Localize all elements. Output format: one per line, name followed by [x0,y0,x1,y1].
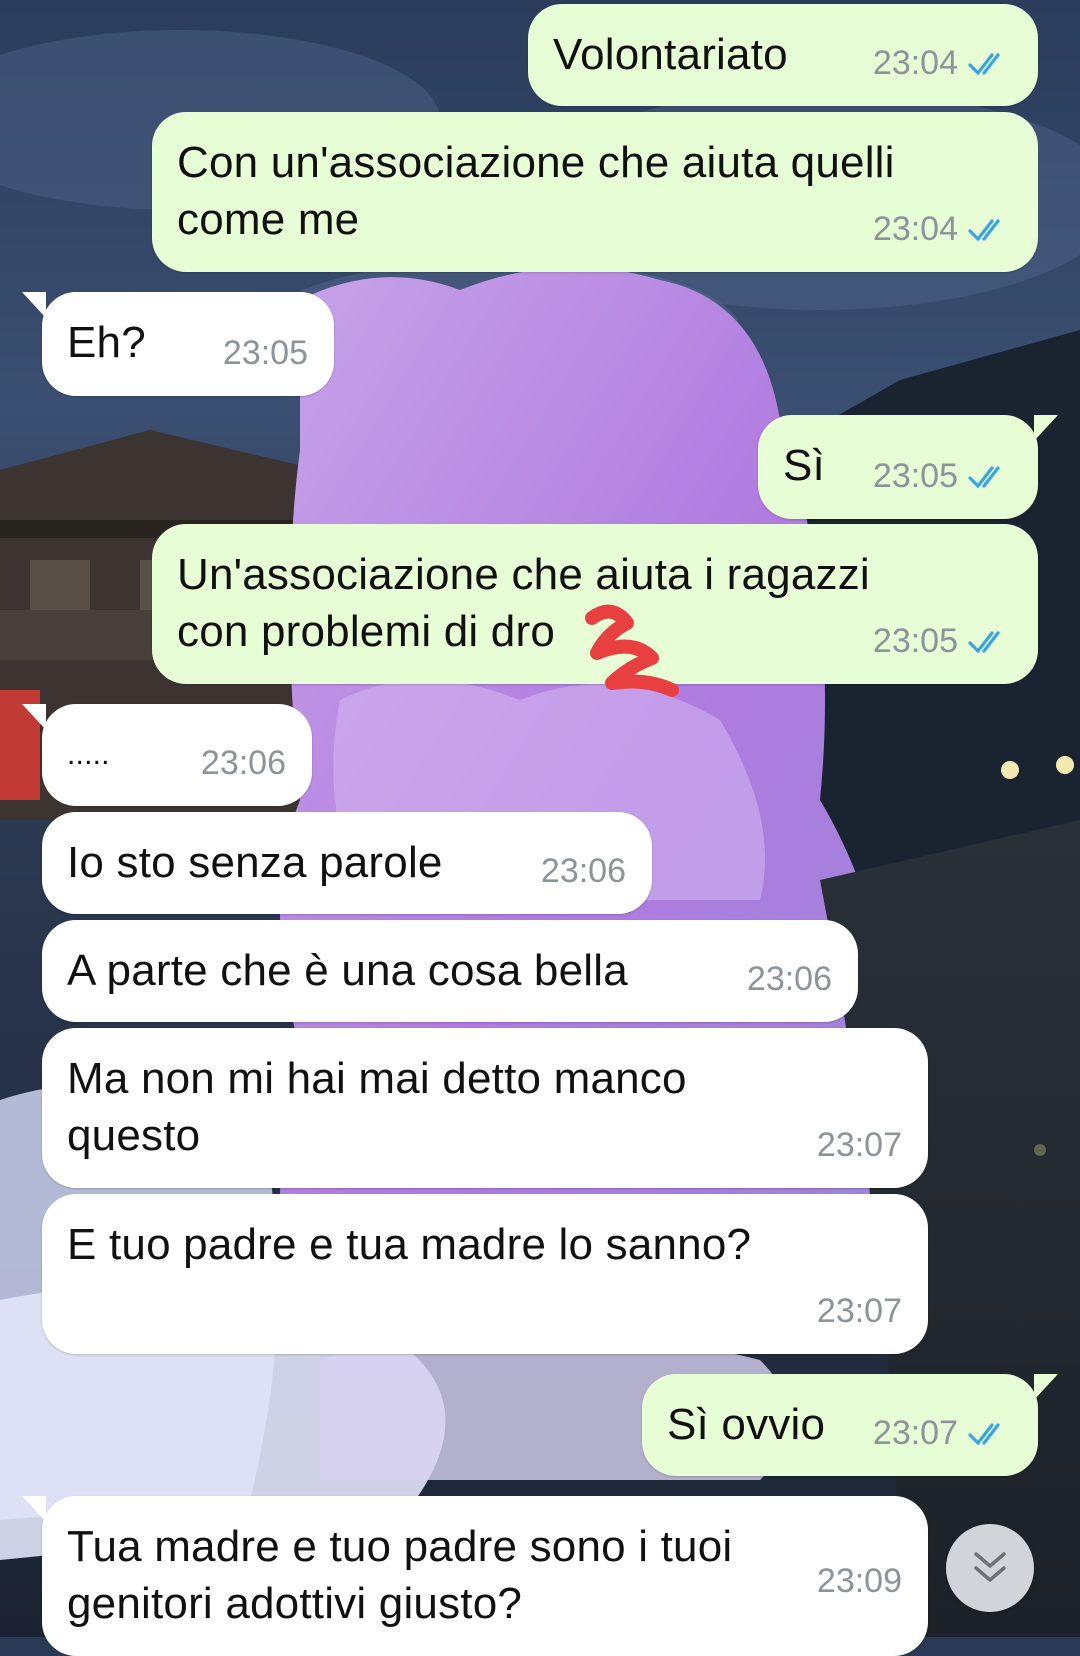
message-meta: 23:06 [541,843,626,900]
message-time: 23:05 [222,334,308,372]
chat-message-list[interactable]: Volontariato 23:04 Con un'associazione c… [0,0,1080,1656]
message-meta: 23:07 [817,1117,902,1174]
message-text: Sì ovvio [667,1400,826,1449]
message-bubble-incoming[interactable]: ..... 23:06 [22,704,312,806]
double-check-icon [968,218,1000,241]
message-time: 23:07 [816,1126,902,1164]
message-bubble-incoming[interactable]: Tua madre e tuo padre sono i tuoi genito… [22,1496,928,1656]
double-check-icon [968,465,1000,488]
double-check-icon [968,630,1000,653]
message-time: 23:07 [816,1292,902,1330]
message-meta: 23:09 [817,1553,902,1610]
message-text-line-2: come me [177,195,360,244]
message-time: 23:07 [872,1414,958,1452]
message-bubble-outgoing[interactable]: Sì ovvio 23:07 [642,1374,1058,1476]
message-meta: 23:04 [873,201,1012,258]
message-meta: 23:07 [817,1283,902,1340]
message-text-line-1: Tua madre e tuo padre sono i tuoi [67,1522,733,1571]
message-meta: 23:05 [223,325,308,382]
message-text: ..... [67,738,110,771]
message-bubble-outgoing[interactable]: Con un'associazione che aiuta quelli com… [152,112,1038,272]
message-meta: 23:05 [873,613,1012,670]
message-bubble-incoming[interactable]: Ma non mi hai mai detto manco questo 23:… [42,1028,928,1188]
message-meta: 23:07 [873,1405,1012,1462]
message-time: 23:06 [540,852,626,890]
message-time: 23:04 [872,210,958,248]
message-text: Volontariato [553,30,788,79]
message-meta: 23:06 [201,735,286,792]
message-text: Sì [783,441,825,490]
message-meta: 23:06 [747,951,832,1008]
message-text: Io sto senza parole [67,838,443,887]
message-text-line-1: Con un'associazione che aiuta quelli [177,138,895,187]
message-text-line-1: Un'associazione che aiuta i ragazzi [177,550,870,599]
double-check-icon [968,1422,1000,1445]
message-bubble-incoming[interactable]: Eh? 23:05 [22,292,334,396]
message-time: 23:05 [872,622,958,660]
message-text: A parte che è una cosa bella [67,946,628,995]
message-bubble-outgoing[interactable]: Volontariato 23:04 [528,4,1038,106]
message-bubble-outgoing[interactable]: Un'associazione che aiuta i ragazzi con … [152,524,1038,684]
chevron-double-down-icon [974,1552,1006,1582]
double-check-icon [968,52,1000,75]
message-text-line-2: questo [67,1111,201,1160]
message-text-line-1: Ma non mi hai mai detto manco [67,1054,687,1103]
message-bubble-incoming[interactable]: Io sto senza parole 23:06 [42,812,652,914]
message-text-line-2: genitori adottivi giusto? [67,1579,523,1628]
message-text: Eh? [67,318,146,367]
message-time: 23:06 [746,960,832,998]
message-text: E tuo padre e tua madre lo sanno? [67,1220,752,1269]
message-time: 23:06 [200,744,286,782]
scroll-to-bottom-button[interactable] [946,1524,1034,1612]
message-bubble-outgoing[interactable]: Sì 23:05 [758,415,1058,519]
message-time: 23:09 [816,1562,902,1600]
message-bubble-incoming[interactable]: E tuo padre e tua madre lo sanno? 23:07 [42,1194,928,1354]
message-time: 23:04 [872,44,958,82]
message-meta: 23:04 [873,35,1012,92]
message-meta: 23:05 [873,448,1012,505]
message-bubble-incoming[interactable]: A parte che è una cosa bella 23:06 [42,920,858,1022]
message-time: 23:05 [872,457,958,495]
message-text-line-2: con problemi di dro [177,607,555,656]
